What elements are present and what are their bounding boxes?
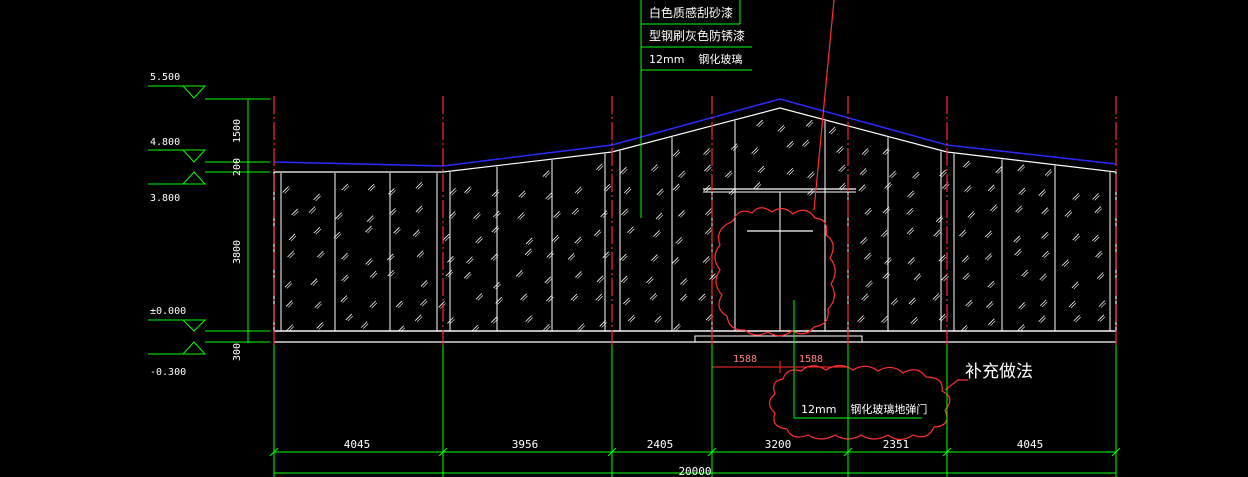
callout-note-3: 12mm 钢化玻璃	[649, 52, 742, 66]
dim-bay-6: 4045	[1017, 438, 1044, 451]
dim-bay-3: 2405	[647, 438, 674, 451]
dim-bay-4: 3200	[765, 438, 792, 451]
door-dim-left: 1588	[733, 354, 757, 365]
level-label-top: 5.500	[150, 72, 180, 83]
elevation-drawing: 5.500 4.800 3.800 ±0.000 -0.300 1500 200…	[148, 0, 1121, 477]
revision-title: 补充做法	[965, 362, 1033, 382]
callout-note-1: 白色质感刮砂漆	[649, 5, 733, 20]
facade-wall	[273, 107, 1117, 332]
door-note: 12mm 钢化玻璃地弹门	[801, 402, 927, 416]
dim-overall: 20000	[678, 465, 711, 477]
door-dim-right: 1588	[799, 354, 823, 365]
door-dimension: 1588 1588	[711, 354, 849, 373]
level-label-eave-lower: 3.800	[150, 193, 180, 204]
level-label-eave-upper: 4.800	[150, 137, 180, 148]
vdim-200: 200	[232, 158, 243, 176]
vdim-3800: 3800	[232, 240, 243, 264]
level-label-ground: ±0.000	[150, 306, 186, 317]
level-3800: 3.800	[148, 171, 270, 204]
callout-note-2: 型钢刷灰色防锈漆	[649, 28, 745, 43]
dim-bay-1: 4045	[344, 438, 371, 451]
door-step	[694, 335, 863, 343]
dim-bay-2: 3956	[512, 438, 539, 451]
vdim-300: 300	[232, 343, 243, 361]
elevation-markers: 5.500 4.800 3.800 ±0.000 -0.300 1500 200…	[148, 72, 270, 378]
level-minus-0300: -0.300	[148, 341, 270, 378]
level-4800: 4.800	[148, 137, 270, 163]
level-5500: 5.500	[148, 72, 270, 100]
vdim-1500: 1500	[232, 119, 243, 143]
dim-bay-5: 2351	[883, 438, 910, 451]
level-label-base: -0.300	[150, 367, 186, 378]
level-0000: ±0.000	[148, 306, 270, 332]
